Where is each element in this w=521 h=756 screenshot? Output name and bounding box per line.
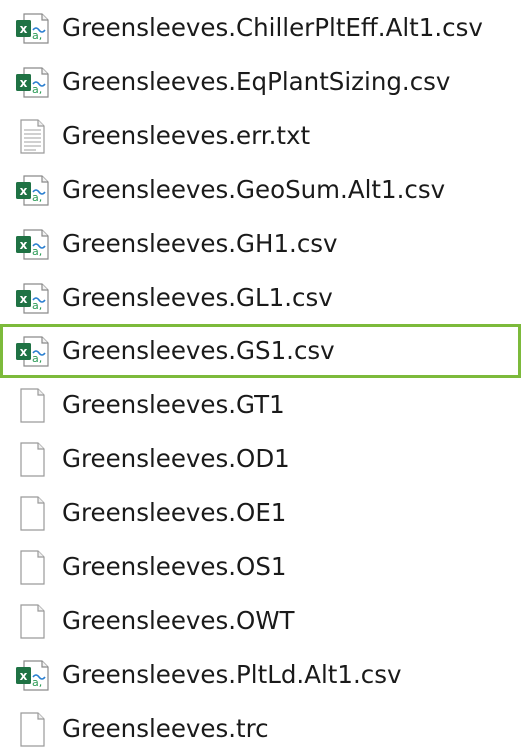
file-name: Greensleeves.trc [62,713,269,743]
blank-file-icon [12,385,52,425]
file-row[interactable]: Greensleeves.OE1 [0,486,521,540]
file-name: Greensleeves.ChillerPltEff.Alt1.csv [62,13,483,42]
blank-file-icon [12,601,52,641]
file-name: Greensleeves.GL1.csv [62,282,333,312]
excel-csv-icon: a, x [12,8,52,48]
svg-text:x: x [20,292,28,306]
file-name: Greensleeves.GH1.csv [62,228,338,258]
svg-text:a,: a, [32,676,42,689]
file-row[interactable]: Greensleeves.OWT [0,594,521,648]
blank-file-icon [12,493,52,533]
svg-text:a,: a, [32,245,42,258]
excel-csv-icon: a, x [12,62,52,102]
file-row[interactable]: Greensleeves.GT1 [0,378,521,432]
file-row[interactable]: a, x Greensleeves.EqPlantSizing.csv [0,55,521,109]
svg-text:x: x [20,345,28,359]
file-row[interactable]: Greensleeves.err.txt [0,109,521,163]
svg-text:x: x [20,669,28,683]
excel-csv-icon: a, x [12,278,52,318]
svg-text:x: x [20,22,28,36]
blank-file-icon [12,547,52,587]
file-name: Greensleeves.err.txt [62,120,311,150]
file-list: a, x Greensleeves.ChillerPltEff.Alt1.csv a,… [0,0,521,747]
file-name: Greensleeves.OWT [62,605,295,635]
excel-csv-icon: a, x [12,170,52,210]
file-row-selected[interactable]: a, x Greensleeves.GS1.csv [0,324,521,379]
file-row[interactable]: a, x Greensleeves.PltLd.Alt1.csv [0,648,521,702]
file-name: Greensleeves.PltLd.Alt1.csv [62,659,402,689]
svg-text:a,: a, [32,83,42,96]
svg-text:x: x [20,238,28,252]
file-name: Greensleeves.GS1.csv [62,336,335,366]
text-file-icon [12,116,52,156]
file-row[interactable]: a, x Greensleeves.GeoSum.Alt1.csv [0,163,521,217]
svg-text:x: x [20,76,28,90]
file-row[interactable]: Greensleeves.OD1 [0,432,521,486]
blank-file-icon [12,439,52,479]
svg-text:a,: a, [32,191,42,204]
file-name: Greensleeves.OS1 [62,552,287,581]
file-name: Greensleeves.OE1 [62,498,287,528]
excel-csv-icon: a, x [12,224,52,264]
file-row[interactable]: Greensleeves.OS1 [0,540,521,594]
file-name: Greensleeves.GT1 [62,390,285,420]
svg-text:a,: a, [32,299,42,312]
file-row[interactable]: a, x Greensleeves.GH1.csv [0,217,521,271]
file-row[interactable]: a, x Greensleeves.ChillerPltEff.Alt1.csv [0,1,521,55]
file-row[interactable]: a, x Greensleeves.GL1.csv [0,271,521,325]
svg-text:x: x [20,184,28,198]
svg-text:a,: a, [32,29,42,42]
file-name: Greensleeves.OD1 [62,444,290,474]
excel-csv-icon: a, x [12,655,52,695]
file-name: Greensleeves.EqPlantSizing.csv [62,66,451,96]
file-name: Greensleeves.GeoSum.Alt1.csv [62,174,446,204]
blank-file-icon [12,709,52,749]
file-row[interactable]: Greensleeves.trc [0,702,521,756]
svg-text:a,: a, [32,352,42,365]
excel-csv-icon: a, x [12,331,52,371]
